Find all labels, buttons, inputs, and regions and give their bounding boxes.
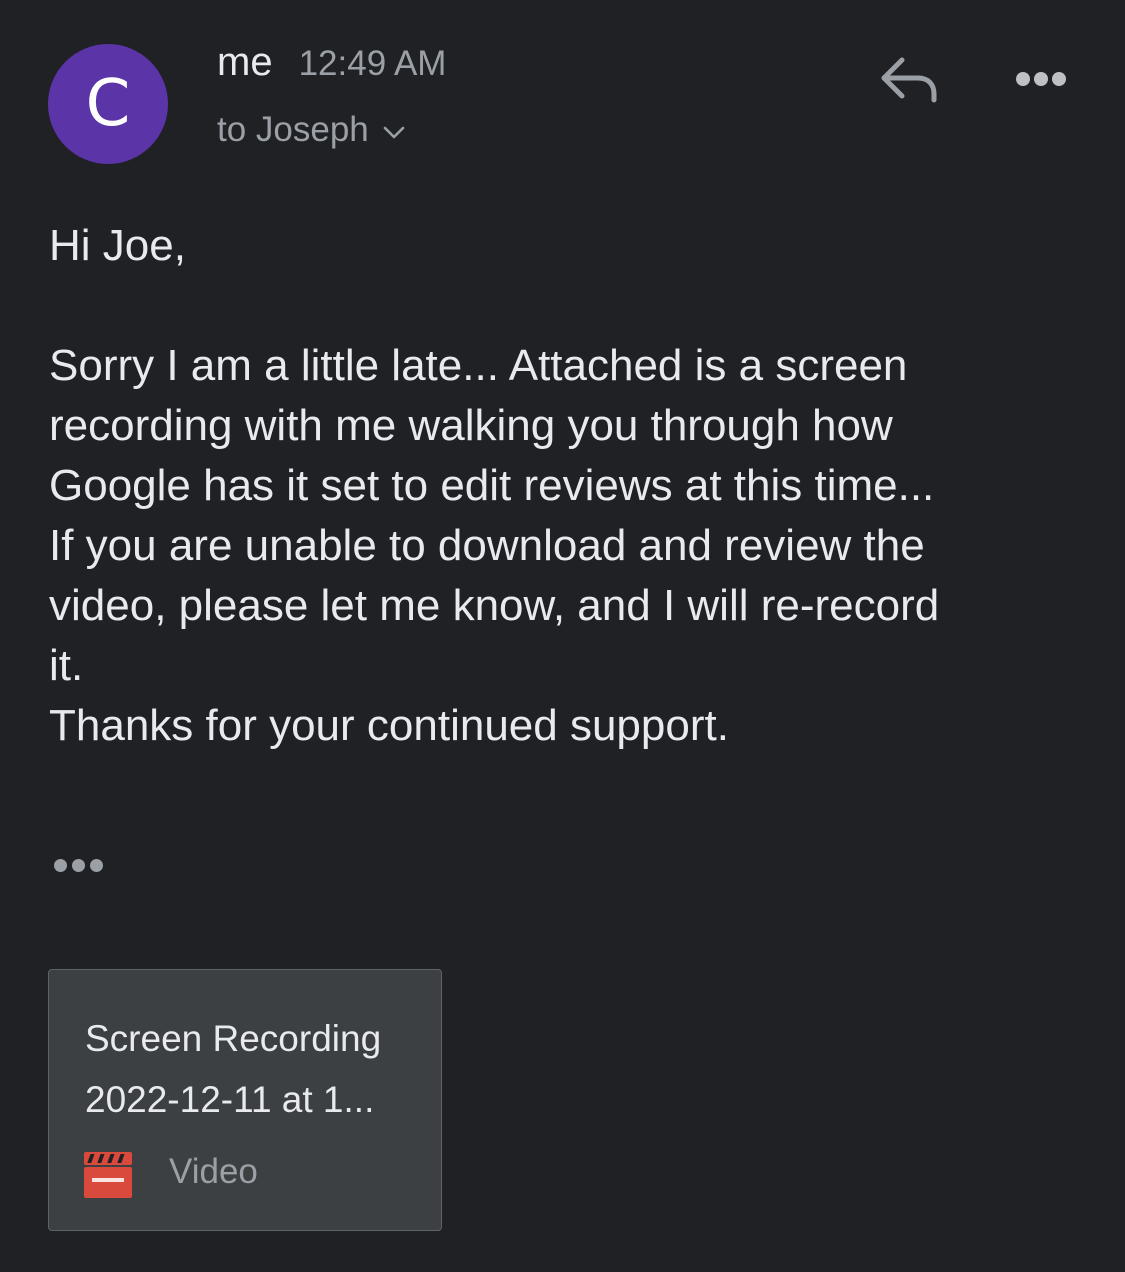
sender-name[interactable]: me: [217, 40, 273, 85]
attachment-name-line: Screen Recording: [85, 1018, 382, 1059]
more-options-button[interactable]: [1010, 64, 1072, 96]
video-clapperboard-icon: [84, 1152, 132, 1198]
reply-button[interactable]: [878, 52, 942, 108]
message-greeting: Hi Joe,: [49, 221, 186, 270]
avatar-initial: C: [85, 67, 131, 141]
message-line: video, please let me know, and I will re…: [49, 581, 940, 630]
sender-avatar[interactable]: C: [48, 44, 168, 164]
show-trimmed-content-button[interactable]: [50, 852, 108, 882]
message-line: recording with me walking you through ho…: [49, 401, 893, 450]
message-line: If you are unable to download and review…: [49, 521, 925, 570]
attachment-name: Screen Recording 2022-12-11 at 1...: [85, 1008, 381, 1130]
chevron-down-icon: [383, 126, 405, 139]
message-body: Hi Joe, Sorry I am a little late... Atta…: [49, 216, 1089, 756]
email-message-view: C me 12:49 AM to Joseph Hi Joe, Sorry I …: [0, 0, 1125, 1272]
message-line: it.: [49, 641, 84, 690]
message-line: Sorry I am a little late... Attached is …: [49, 341, 908, 390]
message-line: Thanks for your continued support.: [49, 701, 729, 750]
message-line: Google has it set to edit reviews at thi…: [49, 461, 935, 510]
reply-icon: [881, 57, 937, 103]
sender-line: me 12:49 AM: [217, 40, 446, 85]
attachment-card[interactable]: Screen Recording 2022-12-11 at 1... Vide…: [48, 969, 442, 1231]
attachment-type: Video: [169, 1152, 258, 1191]
attachment-name-line: 2022-12-11 at 1...: [85, 1079, 375, 1120]
recipient-label: to Joseph: [217, 110, 369, 149]
recipient-details-toggle[interactable]: to Joseph: [217, 110, 405, 150]
message-time: 12:49 AM: [298, 44, 447, 83]
